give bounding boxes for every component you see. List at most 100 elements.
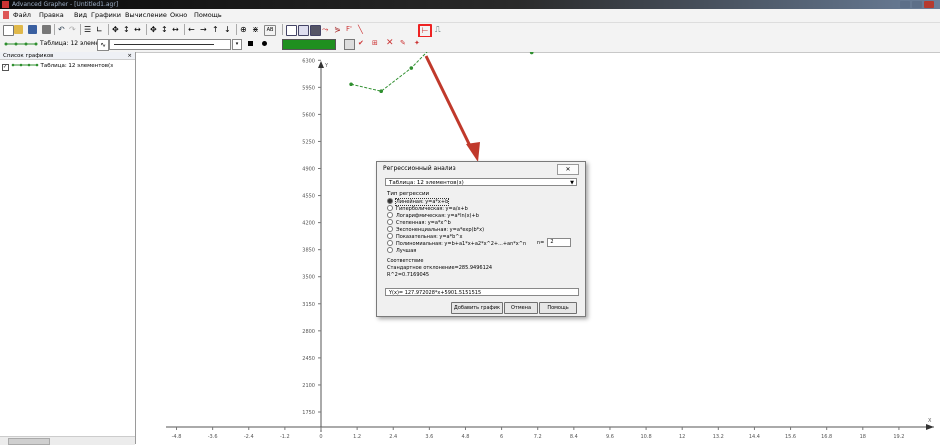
dialog-close-button[interactable]: ✕ [557, 164, 579, 175]
maximize-button[interactable] [912, 1, 922, 8]
radio-indicative[interactable]: Показательная: y=a*b^x [387, 233, 462, 240]
menu-view[interactable]: Вид [74, 11, 87, 19]
grid-icon[interactable]: ⋇ [252, 25, 261, 34]
graph-list-item[interactable]: ✓ Таблица: 12 элементов(з [2, 62, 113, 71]
vertical-resize-icon[interactable]: ↕ [123, 25, 132, 34]
corner-icon[interactable]: ∟ [96, 25, 105, 34]
menu-graphs[interactable]: Графики [91, 11, 121, 19]
close-button[interactable] [924, 1, 934, 8]
integral-icon[interactable]: ⋟ [334, 25, 343, 34]
polynomial-degree: n= 2 [537, 238, 572, 247]
degree-label: n= [537, 240, 545, 246]
marker-circle-icon[interactable] [262, 41, 267, 46]
redo-icon[interactable]: ↷ [69, 25, 78, 34]
equation-field[interactable]: Y(x)= 127.972028*x+5901.5151515 [385, 288, 579, 296]
save-icon[interactable] [28, 25, 37, 34]
tangent-icon[interactable]: ╲ [358, 25, 367, 34]
minimize-button[interactable] [900, 1, 910, 8]
undo-icon[interactable]: ↶ [58, 25, 67, 34]
regression-dialog: Регрессионный анализ ✕ Таблица: 12 элеме… [376, 161, 586, 317]
arrow-left-icon[interactable]: ← [188, 25, 197, 34]
table-edit-icon[interactable] [298, 25, 309, 36]
panel-close-icon[interactable]: × [127, 52, 132, 60]
list-icon[interactable]: ☰ [84, 25, 93, 34]
brush-icon[interactable]: ✎ [400, 39, 406, 47]
help-button[interactable]: Помощь [539, 302, 577, 314]
zoom-horizontal-icon[interactable]: ↔ [172, 25, 181, 34]
radio-logarithmic[interactable]: Логарифмическая: y=a*ln(x)+b [387, 212, 479, 219]
x-axis-arrow [926, 424, 934, 430]
ab-button[interactable]: AB [264, 25, 276, 36]
x-tick-label: 14.4 [749, 434, 760, 440]
radio-power[interactable]: Степенная: y=a*x^b [387, 219, 451, 226]
radio-best[interactable]: Лучшая [387, 247, 416, 254]
menu-file[interactable]: Файл [13, 11, 31, 19]
menu-help[interactable]: Помощь [194, 11, 222, 19]
line-width-icon[interactable]: ▾ [232, 39, 242, 50]
toolbar-divider [184, 24, 185, 35]
radio-polynomial[interactable]: Полиномиальная: y=b+a1*x+a2*x^2+...+an*x… [387, 240, 526, 247]
x-tick-label: 10.8 [641, 434, 652, 440]
toolbar-divider [80, 24, 81, 35]
scrollbar-thumb[interactable] [8, 438, 50, 445]
std-dev-value: Стандартное отклонение=285.9496124 [387, 265, 493, 271]
curve-style-icon[interactable]: ∿ [97, 39, 109, 51]
series-line [350, 52, 533, 92]
arrow-down-icon[interactable]: ↓ [224, 25, 233, 34]
edit-graph-icon[interactable]: ✔ [358, 39, 364, 47]
degree-input[interactable]: 2 [547, 238, 572, 247]
radio-linear[interactable]: Линейная: y=a*x+b [387, 198, 450, 206]
menu-edit[interactable]: Правка [39, 11, 64, 19]
radio-hyperbolic[interactable]: Гиперболическая: y=a/x+b [387, 205, 468, 212]
move-icon[interactable]: ✥ [112, 25, 121, 34]
graph-list-panel: Список графиков × ✓ Таблица: 12 элементо… [0, 52, 136, 444]
zoom-move-icon[interactable]: ✥ [150, 25, 159, 34]
panel-header: Список графиков × [0, 52, 135, 60]
new-icon[interactable] [3, 25, 14, 36]
derivative-icon[interactable]: ⤳ [322, 25, 331, 34]
table-icon[interactable] [286, 25, 297, 36]
horizontal-resize-icon[interactable]: ↔ [134, 25, 143, 34]
table-grid-icon[interactable] [310, 25, 321, 36]
y-tick-label: 1750 [302, 410, 315, 416]
color-select[interactable] [282, 39, 336, 50]
arrow-right-icon[interactable]: → [200, 25, 209, 34]
add-graph-button[interactable]: Добавить график [451, 302, 503, 314]
window-title: Advanced Grapher - [Untitled1.agr] [12, 1, 119, 8]
menu-calculate[interactable]: Вычисление [125, 11, 167, 19]
horizontal-scrollbar[interactable] [0, 436, 135, 445]
checkbox-icon[interactable]: ✓ [2, 64, 9, 71]
x-tick-label: 16.8 [821, 434, 832, 440]
y-tick-label: 4550 [302, 194, 315, 200]
regression-icon[interactable]: ⊢ [418, 24, 432, 38]
x-tick-label: 19.2 [893, 434, 904, 440]
y-tick-label: 5600 [302, 112, 315, 118]
data-point [409, 66, 414, 70]
y-tick-label: 2450 [302, 356, 315, 362]
cancel-button[interactable]: Отмена [504, 302, 538, 314]
open-icon[interactable] [14, 25, 23, 34]
regression-type-label: Тип регрессии [387, 191, 430, 197]
menu-window[interactable]: Окно [170, 11, 187, 19]
x-tick-label: 3.6 [425, 434, 433, 440]
radio-exponential[interactable]: Экспоненциальная: y=a*exp(b*x) [387, 226, 484, 233]
area-icon[interactable]: ⎍ [435, 25, 444, 34]
pin-icon[interactable]: ✦ [414, 39, 420, 47]
y-axis-arrow [318, 61, 324, 68]
arrow-up-icon[interactable]: ↑ [212, 25, 221, 34]
add-point-icon[interactable]: ⊞ [372, 39, 378, 47]
r-squared-value: R^2=0.7169045 [387, 272, 430, 278]
zoom-vertical-icon[interactable]: ↕ [161, 25, 170, 34]
marker-square-icon[interactable] [248, 41, 253, 46]
print-icon[interactable] [42, 25, 51, 34]
y-tick-label: 2100 [302, 383, 315, 389]
properties-icon[interactable] [344, 39, 355, 50]
table-select[interactable]: Таблица: 12 элементов(з) ▼ [385, 178, 577, 186]
line-style-select[interactable] [109, 39, 231, 50]
function-icon[interactable]: F' [346, 25, 355, 34]
document-icon [3, 11, 9, 19]
delete-icon[interactable]: ✕ [386, 38, 394, 48]
x-tick-label: 4.8 [462, 434, 470, 440]
toolbar-divider [236, 24, 237, 35]
crosshair-icon[interactable]: ⊕ [240, 25, 249, 34]
